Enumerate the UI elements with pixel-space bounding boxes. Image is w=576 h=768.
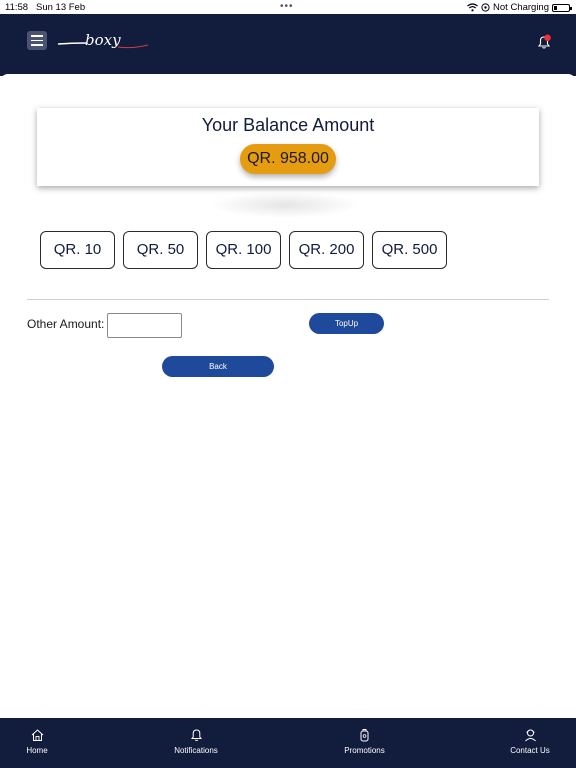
balance-title: Your Balance Amount	[201, 115, 375, 135]
menu-icon[interactable]	[27, 31, 47, 50]
notification-dot	[544, 34, 551, 42]
balance-amount-badge: QR. 958.00	[240, 144, 336, 174]
bottom-tab-bar: Home Notifications Promotions Contact Us	[0, 718, 576, 768]
tab-promotions-label: Promotions	[344, 746, 385, 755]
other-amount-label: Other Amount:	[27, 317, 105, 331]
promotions-icon	[360, 729, 369, 742]
tab-contact-us-label: Contact Us	[510, 746, 550, 755]
amount-button-200[interactable]: QR. 200	[289, 231, 364, 269]
bell-icon[interactable]	[536, 34, 552, 50]
amount-button-50[interactable]: QR. 50	[123, 231, 198, 269]
tab-home[interactable]: Home	[22, 718, 52, 768]
tab-contact-us[interactable]: Contact Us	[507, 718, 553, 768]
status-time: 11:58 Sun 13 Feb	[5, 2, 86, 13]
logo-text: boxy	[85, 31, 121, 49]
divider	[27, 299, 549, 300]
status-right: Not Charging	[467, 2, 572, 13]
other-amount-input[interactable]	[107, 313, 182, 338]
amount-button-500[interactable]: QR. 500	[372, 231, 447, 269]
tab-notifications[interactable]: Notifications	[171, 718, 221, 768]
amount-button-10[interactable]: QR. 10	[40, 231, 115, 269]
tab-promotions[interactable]: Promotions	[342, 718, 387, 768]
location-icon	[481, 3, 490, 12]
contact-icon	[524, 729, 536, 742]
boxy-logo: boxy	[57, 31, 149, 49]
status-bar: 11:58 Sun 13 Feb ••• Not Charging	[0, 0, 576, 14]
app-header: boxy	[0, 14, 576, 76]
tab-home-label: Home	[26, 746, 48, 755]
amount-button-100[interactable]: QR. 100	[206, 231, 281, 269]
card-shadow	[210, 192, 360, 218]
topup-button[interactable]: TopUp	[309, 313, 384, 334]
multitasking-dots-icon[interactable]: •••	[280, 1, 294, 12]
balance-card: Your Balance Amount QR. 958.00	[37, 108, 539, 186]
battery-icon	[552, 3, 572, 12]
bell-icon	[190, 729, 202, 741]
back-button[interactable]: Back	[162, 356, 274, 377]
amount-options: QR. 10 QR. 50 QR. 100 QR. 200 QR. 500	[40, 231, 447, 269]
main-content: Your Balance Amount QR. 958.00 QR. 10 QR…	[0, 74, 576, 718]
charging-status: Not Charging	[493, 2, 549, 13]
home-icon	[31, 729, 43, 741]
tab-notifications-label: Notifications	[174, 746, 218, 755]
wifi-icon	[467, 3, 478, 12]
